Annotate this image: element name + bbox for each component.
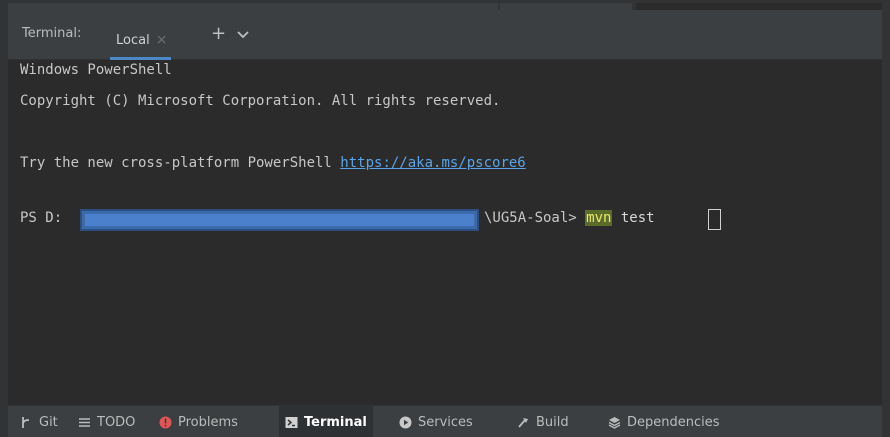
error-icon bbox=[159, 416, 172, 428]
build-label: Build bbox=[536, 414, 569, 430]
dependencies-label: Dependencies bbox=[627, 414, 720, 430]
prompt-suffix: \UG5A-Soal> bbox=[484, 210, 586, 226]
right-tool-stripe bbox=[882, 10, 890, 437]
editor-tab-strip bbox=[0, 0, 890, 10]
pscore-link[interactable]: https://aka.ms/pscore6 bbox=[340, 155, 525, 171]
git-tool-button[interactable]: Git bbox=[14, 406, 64, 437]
tab-local-label: Local bbox=[116, 32, 150, 48]
terminal-label: Terminal bbox=[304, 414, 367, 430]
todo-tool-button[interactable]: TODO bbox=[72, 406, 141, 437]
command-argument: test bbox=[612, 210, 655, 226]
chevron-down-icon[interactable] bbox=[236, 28, 250, 42]
tab-local[interactable]: Local × bbox=[108, 20, 175, 60]
problems-tool-button[interactable]: Problems bbox=[153, 406, 244, 437]
text-cursor bbox=[708, 209, 721, 230]
tool-window-bar: Git TODO Problems Terminal Services Buil… bbox=[8, 405, 882, 437]
command-name: mvn bbox=[585, 210, 613, 226]
dependencies-tool-button[interactable]: Dependencies bbox=[602, 406, 726, 437]
services-label: Services bbox=[418, 414, 473, 430]
close-icon[interactable]: × bbox=[156, 32, 168, 48]
git-label: Git bbox=[39, 414, 58, 430]
plus-icon[interactable]: + bbox=[211, 25, 226, 43]
editor-panel-divider bbox=[500, 3, 632, 10]
editor-panel-area bbox=[636, 3, 882, 10]
services-tool-button[interactable]: Services bbox=[393, 406, 479, 437]
terminal-tool-header: Terminal: Local × + bbox=[8, 10, 882, 60]
problems-label: Problems bbox=[178, 414, 238, 430]
dependencies-icon bbox=[608, 416, 621, 429]
hammer-icon bbox=[518, 417, 528, 428]
terminal-tool-button[interactable]: Terminal bbox=[279, 406, 373, 437]
redacted-path bbox=[80, 209, 479, 231]
prompt-prefix: PS D: bbox=[20, 210, 63, 226]
list-icon bbox=[79, 417, 90, 427]
terminal-output[interactable]: Windows PowerShell Copyright (C) Microso… bbox=[8, 60, 882, 405]
terminal-line: Copyright (C) Microsoft Corporation. All… bbox=[20, 93, 501, 109]
git-branch-icon bbox=[22, 416, 30, 428]
tool-window-title: Terminal: bbox=[22, 26, 82, 41]
terminal-text: Try the new cross-platform PowerShell bbox=[20, 155, 341, 171]
todo-label: TODO bbox=[97, 414, 136, 430]
terminal-line: Windows PowerShell bbox=[20, 62, 172, 78]
left-tool-stripe bbox=[0, 10, 8, 437]
play-circle-icon bbox=[399, 416, 412, 428]
terminal-line: Try the new cross-platform PowerShell ht… bbox=[20, 153, 526, 173]
prompt-line: \UG5A-Soal> mvn test bbox=[484, 206, 655, 230]
editor-scrollbar-track[interactable] bbox=[8, 3, 498, 10]
build-tool-button[interactable]: Build bbox=[511, 406, 575, 437]
terminal-icon bbox=[285, 416, 298, 428]
